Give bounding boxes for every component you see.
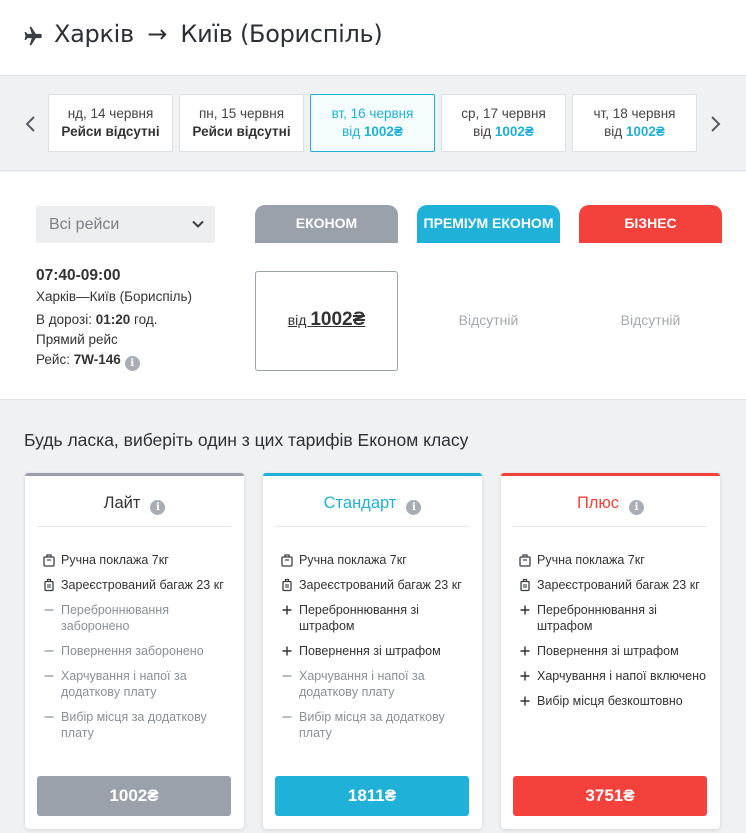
business-unavailable: Відсутній: [620, 312, 681, 328]
airplane-icon: [24, 26, 42, 46]
premium-unavailable: Відсутній: [458, 312, 519, 328]
flight-type: Прямий рейс: [36, 332, 118, 347]
flight-route: Харків—Київ (Бориспіль): [36, 289, 193, 304]
tariff-card-plus: Плюс i Ручна поклажа 7кг Зареєстрований баг…: [501, 473, 720, 829]
divider: [37, 526, 231, 527]
date-card-14[interactable]: нд, 14 червня Рейси відсутні: [48, 94, 173, 152]
tariff-name: Стандарт i: [263, 494, 482, 515]
feature-item: Харчування і напої за додатковy плату: [44, 669, 187, 699]
tariff-card-standard: Стандарт i Ручна поклажа 7кг Зареєстрований…: [263, 473, 482, 829]
feature-item: Зареєстрований багаж 23 кг: [281, 577, 476, 593]
chevron-left-icon[interactable]: [24, 115, 38, 133]
tariff-features: Ручна поклажа 7кг Зареєстрований багаж 23…: [43, 552, 238, 750]
flight-info: 07:40-09:00 Харків—Київ (Бориспіль) В до…: [36, 267, 246, 371]
date-status: Рейси відсутні: [192, 124, 291, 139]
date-label: чт, 18 червня: [593, 106, 676, 121]
date-selector: нд, 14 червня Рейси відсутні пн, 15 черв…: [0, 77, 746, 171]
tariff-name: Плюс i: [501, 494, 720, 515]
date-price: від 1002₴: [604, 124, 665, 139]
date-card-15[interactable]: пн, 15 червня Рейси відсутні: [179, 94, 304, 152]
flight-time: 07:40-09:00: [36, 267, 121, 284]
tariffs-heading: Будь ласка, виберіть один з цих тарифів …: [24, 430, 469, 450]
feature-item: Харчування і напої за додатковy плату: [282, 669, 425, 699]
route-arrow: →: [147, 20, 168, 48]
date-card-16-selected[interactable]: вт, 16 червня від 1002₴: [310, 94, 435, 152]
flight-duration: В дорозі: 01:20 год.: [36, 312, 158, 327]
date-card-18[interactable]: чт, 18 червня від 1002₴: [572, 94, 697, 152]
feature-item: Ручна поклажа 7кг: [43, 552, 238, 568]
select-tariff-button[interactable]: 1811₴: [275, 776, 469, 816]
feature-item: Повернення заборонено: [44, 644, 204, 658]
econom-price: від 1002₴: [287, 309, 366, 330]
econom-price-button[interactable]: від 1002₴: [255, 271, 398, 371]
origin-city: Харків: [54, 20, 134, 48]
tariff-features: Ручна поклажа 7кг Зареєстрований багаж 23…: [281, 552, 476, 750]
date-label: ср, 17 червня: [461, 106, 546, 121]
divider: [513, 526, 707, 527]
tariffs-section: Будь ласка, виберіть один з цих тарифів …: [0, 401, 746, 833]
feature-item: Ручна поклажа 7кг: [519, 552, 714, 568]
date-price: від 1002₴: [342, 124, 403, 139]
feature-item: Харчування і напої включено: [519, 668, 714, 684]
card-accent-line: [25, 473, 244, 476]
tab-premium-econom[interactable]: ПРЕМІУМ ЕКОНОМ: [417, 205, 560, 243]
tariff-features: Ручна поклажа 7кг Зареєстрований багаж 23…: [519, 552, 714, 718]
feature-item: Зареєстрований багаж 23 кг: [519, 577, 714, 593]
chevron-down-icon: [192, 220, 204, 228]
select-tariff-button[interactable]: 3751₴: [513, 776, 707, 816]
tab-econom[interactable]: ЕКОНОМ: [255, 205, 398, 243]
flights-filter-select[interactable]: Всі рейси: [36, 206, 215, 243]
flight-panel: Всі рейси ЕКОНОМ ПРЕМІУМ ЕКОНОМ БІЗНЕС 0…: [0, 172, 746, 400]
select-tariff-button[interactable]: 1002₴: [37, 776, 231, 816]
flight-number: Рейс: 7W-146 i: [36, 352, 246, 371]
date-status: Рейси відсутні: [61, 124, 160, 139]
feature-item: Вибір місця за додаткову плату: [44, 710, 207, 740]
date-price: від 1002₴: [473, 124, 534, 139]
info-icon[interactable]: i: [629, 500, 645, 515]
feature-item: Повернення зі штрафом: [519, 643, 714, 659]
tariff-name: Лайт i: [25, 494, 244, 515]
date-label: вт, 16 червня: [331, 106, 414, 121]
divider: [275, 526, 469, 527]
card-accent-line: [501, 473, 720, 476]
info-icon[interactable]: i: [406, 500, 422, 515]
tariff-card-lite: Лайт i Ручна поклажа 7кг Зареєстрований баг…: [25, 473, 244, 829]
feature-item: Вибір місця безкоштовно: [519, 693, 714, 709]
date-label: нд, 14 червня: [67, 106, 154, 121]
chevron-right-icon[interactable]: [708, 115, 722, 133]
date-label: пн, 15 червня: [198, 106, 285, 121]
tab-business[interactable]: БІЗНЕС: [579, 205, 722, 243]
feature-item: Переброннювання зі штрафом: [281, 602, 476, 634]
date-card-17[interactable]: ср, 17 червня від 1002₴: [441, 94, 566, 152]
feature-item: Ручна поклажа 7кг: [281, 552, 476, 568]
feature-item: Вибір місця за додаткову плату: [282, 710, 445, 740]
destination-city: Київ (Бориспіль): [180, 20, 383, 48]
info-icon[interactable]: i: [124, 356, 140, 371]
feature-item: Повернення зі штрафом: [281, 643, 476, 659]
feature-item: Переброннювання зі штрафом: [519, 602, 714, 634]
card-accent-line: [263, 473, 482, 476]
page-title: Харків → Київ (Бориспіль): [54, 20, 383, 48]
filter-label: Всі рейси: [49, 216, 120, 233]
feature-item: Зареєстрований багаж 23 кг: [43, 577, 238, 593]
feature-item: Переброннювання заборонено: [44, 603, 169, 633]
info-icon[interactable]: i: [150, 500, 166, 515]
route-header: Харків → Київ (Бориспіль): [0, 0, 746, 76]
